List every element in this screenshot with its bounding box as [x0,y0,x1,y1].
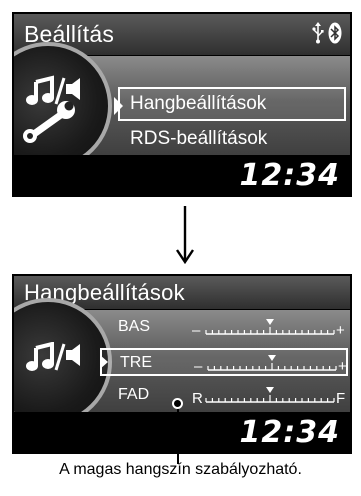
callout-line [177,402,179,464]
sound-settings-screen: Hangbeállítások BAS – + TRE – + FAD RF 1… [12,274,352,454]
level-marker-icon [268,355,276,361]
bas-slider[interactable]: – + [190,316,350,340]
scale-right-mark: + [338,358,347,375]
sound-row-tre[interactable]: TRE – + [100,348,348,376]
clock: 12:34 [239,415,340,450]
level-marker-icon [266,319,274,325]
usb-icon [312,22,324,49]
row-label: FAD [118,386,150,403]
scale-right-mark: F [336,390,345,407]
sound-settings-panel: BAS – + TRE – + FAD RF [14,298,350,426]
menu-item-label: Hangbeállítások [130,93,267,114]
settings-screen: Beállítás Hangbeállítások RDS-beállításo… [12,12,352,197]
down-arrow-icon [176,206,194,264]
menu-item-label: RDS-beállítások [130,128,268,149]
row-label: TRE [120,354,152,371]
clock: 12:34 [239,158,340,193]
time-bar: 12:34 [14,412,350,452]
caption: A magas hangszín szabályozható. [59,461,302,478]
row-label: BAS [118,318,151,335]
sound-settings-disc [14,42,112,170]
menu-panel: Hangbeállítások RDS-beállítások [14,42,350,170]
sound-settings-disc [14,298,112,426]
sound-row-fad[interactable]: FAD RF [100,382,348,410]
fad-slider[interactable]: RF [190,384,350,408]
scale-left-mark: – [192,322,201,339]
tre-slider[interactable]: – + [192,352,352,376]
bluetooth-icon [328,22,342,49]
scale-right-mark: + [336,322,345,339]
scale-left-mark: – [194,358,203,375]
menu-item-rds-beallitasok[interactable]: RDS-beállítások [130,128,267,150]
menu-item-hangbeallitasok[interactable]: Hangbeállítások [118,87,346,121]
scale-left-mark: R [192,390,203,407]
sound-row-bas[interactable]: BAS – + [100,314,348,342]
time-bar: 12:34 [14,155,350,195]
sound-settings-icon [23,75,80,143]
sound-icon [26,342,80,371]
callout-dot [172,398,183,409]
level-marker-icon [266,387,274,393]
